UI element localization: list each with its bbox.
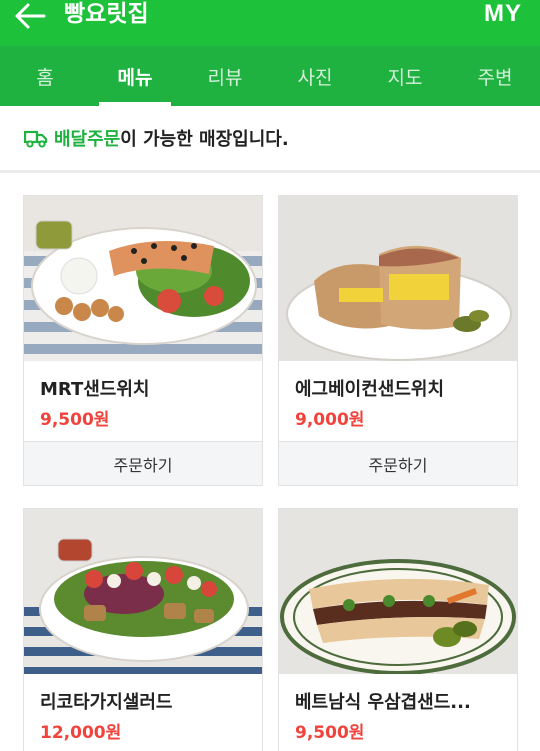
delivery-truck-icon xyxy=(24,128,48,148)
tab-photo[interactable]: 사진 xyxy=(270,46,360,106)
delivery-notice: 배달주문 이 가능한 매장입니다. xyxy=(0,106,540,170)
tab-map[interactable]: 지도 xyxy=(360,46,450,106)
menu-card[interactable]: 리코타가지샐러드 12,000원 xyxy=(23,508,263,751)
notice-highlight: 배달주문 xyxy=(54,129,121,150)
menu-name: MRT샌드위치 xyxy=(40,379,150,400)
back-button[interactable] xyxy=(14,0,54,32)
menu-card[interactable]: MRT샌드위치 9,500원 주문하기 xyxy=(23,195,263,486)
menu-price: 9,000원 xyxy=(295,410,365,430)
top-app-bar: 빵요릿집 MY xyxy=(0,0,540,46)
menu-photo[interactable] xyxy=(24,196,262,361)
order-button[interactable]: 주문하기 xyxy=(279,441,517,485)
tab-review[interactable]: 리뷰 xyxy=(180,46,270,106)
menu-name: 리코타가지샐러드 xyxy=(40,692,173,713)
my-button[interactable]: MY xyxy=(484,0,522,30)
menu-name: 에그베이컨샌드위치 xyxy=(295,379,445,400)
menu-price: 9,500원 xyxy=(295,723,365,743)
menu-price: 12,000원 xyxy=(40,723,122,743)
menu-photo[interactable] xyxy=(279,196,517,361)
menu-price: 9,500원 xyxy=(40,410,110,430)
store-title: 빵요릿집 xyxy=(64,1,149,27)
menu-name: 베트남식 우삼겹샌드... xyxy=(295,692,471,713)
tab-menu[interactable]: 메뉴 xyxy=(90,46,180,106)
menu-card[interactable]: 에그베이컨샌드위치 9,000원 주문하기 xyxy=(278,195,518,486)
tab-nearby[interactable]: 주변 xyxy=(450,46,540,106)
order-button[interactable]: 주문하기 xyxy=(24,441,262,485)
menu-photo[interactable] xyxy=(279,509,517,674)
section-divider xyxy=(0,170,540,173)
menu-card[interactable]: 베트남식 우삼겹샌드... 9,500원 xyxy=(278,508,518,751)
tab-home[interactable]: 홈 xyxy=(0,46,90,106)
arrow-left-icon xyxy=(15,3,46,29)
tab-bar: 홈 메뉴 리뷰 사진 지도 주변 xyxy=(0,46,540,106)
menu-photo[interactable] xyxy=(24,509,262,674)
notice-text: 이 가능한 매장입니다. xyxy=(120,129,289,150)
